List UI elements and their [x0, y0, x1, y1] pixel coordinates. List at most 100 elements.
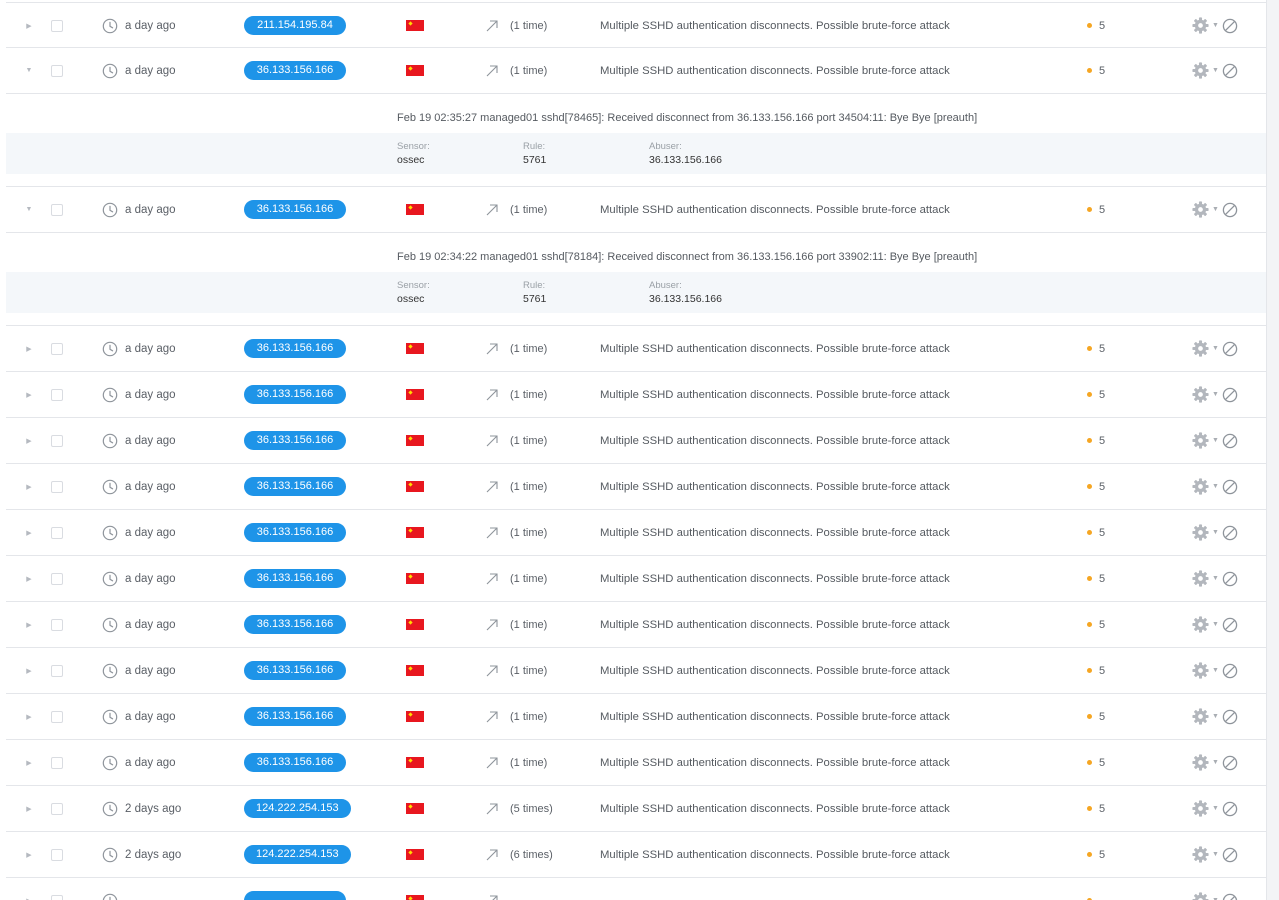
- ip-badge[interactable]: [244, 891, 346, 900]
- ip-cell[interactable]: 36.133.156.166: [244, 556, 354, 601]
- expand-toggle[interactable]: ▶: [22, 372, 36, 417]
- ip-cell[interactable]: 36.133.156.166: [244, 418, 354, 463]
- gear-icon[interactable]: [1191, 707, 1210, 726]
- ban-icon[interactable]: [1222, 571, 1238, 587]
- chevron-down-icon[interactable]: ▼: [1212, 667, 1219, 674]
- caret-right-icon[interactable]: ▶: [26, 22, 31, 30]
- expand-toggle[interactable]: ▶: [22, 464, 36, 509]
- row-checkbox[interactable]: [51, 464, 65, 509]
- caret-right-icon[interactable]: ▶: [26, 529, 31, 537]
- ban-icon[interactable]: [1222, 63, 1238, 79]
- row-checkbox[interactable]: [51, 648, 65, 693]
- ip-badge[interactable]: 36.133.156.166: [244, 661, 346, 680]
- table-row[interactable]: ▶ a day ago 36.133.156.166 (1 time) Mult…: [6, 694, 1266, 740]
- ban-icon[interactable]: [1222, 893, 1238, 900]
- ip-cell[interactable]: 36.133.156.166: [244, 187, 354, 232]
- table-row[interactable]: ▶: [6, 878, 1266, 900]
- chevron-down-icon[interactable]: ▼: [1212, 575, 1219, 582]
- chevron-down-icon[interactable]: ▼: [1212, 345, 1219, 352]
- ip-cell[interactable]: 36.133.156.166: [244, 48, 354, 93]
- gear-icon[interactable]: [1191, 569, 1210, 588]
- expand-toggle[interactable]: ▶: [22, 326, 36, 371]
- chevron-down-icon[interactable]: ▼: [1212, 67, 1219, 74]
- table-row[interactable]: ▼ a day ago 36.133.156.166 (1 time) Mult…: [6, 187, 1266, 233]
- table-row[interactable]: ▶ a day ago 36.133.156.166 (1 time) Mult…: [6, 510, 1266, 556]
- table-row[interactable]: ▶ a day ago 36.133.156.166 (1 time) Mult…: [6, 326, 1266, 372]
- ban-icon[interactable]: [1222, 18, 1238, 34]
- table-row[interactable]: ▶ a day ago 36.133.156.166 (1 time) Mult…: [6, 418, 1266, 464]
- caret-right-icon[interactable]: ▶: [26, 667, 31, 675]
- ip-badge[interactable]: 36.133.156.166: [244, 385, 346, 404]
- caret-right-icon[interactable]: ▶: [26, 345, 31, 353]
- row-checkbox[interactable]: [51, 556, 65, 601]
- ip-cell[interactable]: 36.133.156.166: [244, 648, 354, 693]
- ip-badge[interactable]: 36.133.156.166: [244, 523, 346, 542]
- ban-icon[interactable]: [1222, 663, 1238, 679]
- gear-icon[interactable]: [1191, 523, 1210, 542]
- gear-icon[interactable]: [1191, 845, 1210, 864]
- ban-icon[interactable]: [1222, 387, 1238, 403]
- ip-badge[interactable]: 211.154.195.84: [244, 16, 346, 35]
- chevron-down-icon[interactable]: ▼: [1212, 759, 1219, 766]
- chevron-down-icon[interactable]: ▼: [1212, 483, 1219, 490]
- ip-badge[interactable]: 36.133.156.166: [244, 339, 346, 358]
- chevron-down-icon[interactable]: ▼: [1212, 22, 1219, 29]
- table-row[interactable]: ▶ 2 days ago 124.222.254.153 (5 times) M…: [6, 786, 1266, 832]
- gear-icon[interactable]: [1191, 61, 1210, 80]
- ip-badge[interactable]: 36.133.156.166: [244, 615, 346, 634]
- table-row[interactable]: ▶ a day ago 211.154.195.84 (1 time) Mult…: [6, 2, 1266, 48]
- caret-right-icon[interactable]: ▶: [26, 437, 31, 445]
- gear-icon[interactable]: [1191, 891, 1210, 900]
- ban-icon[interactable]: [1222, 847, 1238, 863]
- chevron-down-icon[interactable]: ▼: [1212, 713, 1219, 720]
- row-checkbox[interactable]: [51, 510, 65, 555]
- caret-down-icon[interactable]: ▼: [26, 206, 33, 213]
- row-checkbox[interactable]: [51, 372, 65, 417]
- ban-icon[interactable]: [1222, 617, 1238, 633]
- caret-right-icon[interactable]: ▶: [26, 851, 31, 859]
- expand-toggle[interactable]: ▶: [22, 3, 36, 48]
- expand-toggle[interactable]: ▶: [22, 694, 36, 739]
- caret-right-icon[interactable]: ▶: [26, 391, 31, 399]
- row-checkbox[interactable]: [51, 602, 65, 647]
- row-checkbox[interactable]: [51, 832, 65, 877]
- ip-cell[interactable]: 211.154.195.84: [244, 3, 354, 48]
- ban-icon[interactable]: [1222, 341, 1238, 357]
- ip-cell[interactable]: 124.222.254.153: [244, 786, 354, 831]
- ip-cell[interactable]: 36.133.156.166: [244, 372, 354, 417]
- expand-toggle[interactable]: ▼: [22, 187, 36, 232]
- table-row[interactable]: ▶ a day ago 36.133.156.166 (1 time) Mult…: [6, 464, 1266, 510]
- ip-cell[interactable]: 36.133.156.166: [244, 510, 354, 555]
- gear-icon[interactable]: [1191, 661, 1210, 680]
- row-checkbox[interactable]: [51, 48, 65, 93]
- ip-badge[interactable]: 36.133.156.166: [244, 569, 346, 588]
- gear-icon[interactable]: [1191, 799, 1210, 818]
- ban-icon[interactable]: [1222, 433, 1238, 449]
- caret-right-icon[interactable]: ▶: [26, 575, 31, 583]
- ip-cell[interactable]: 36.133.156.166: [244, 464, 354, 509]
- scrollbar-track[interactable]: [1266, 0, 1279, 900]
- table-row[interactable]: ▶ a day ago 36.133.156.166 (1 time) Mult…: [6, 740, 1266, 786]
- expand-toggle[interactable]: ▶: [22, 556, 36, 601]
- ip-cell[interactable]: 36.133.156.166: [244, 740, 354, 785]
- ban-icon[interactable]: [1222, 755, 1238, 771]
- caret-right-icon[interactable]: ▶: [26, 713, 31, 721]
- ip-badge[interactable]: 124.222.254.153: [244, 845, 351, 864]
- caret-right-icon[interactable]: ▶: [26, 897, 31, 900]
- caret-right-icon[interactable]: ▶: [26, 759, 31, 767]
- chevron-down-icon[interactable]: ▼: [1212, 437, 1219, 444]
- caret-right-icon[interactable]: ▶: [26, 483, 31, 491]
- ip-badge[interactable]: 36.133.156.166: [244, 61, 346, 80]
- row-checkbox[interactable]: [51, 878, 65, 900]
- row-checkbox[interactable]: [51, 326, 65, 371]
- ban-icon[interactable]: [1222, 479, 1238, 495]
- ban-icon[interactable]: [1222, 525, 1238, 541]
- ip-cell[interactable]: 36.133.156.166: [244, 602, 354, 647]
- gear-icon[interactable]: [1191, 339, 1210, 358]
- ip-cell[interactable]: 36.133.156.166: [244, 326, 354, 371]
- ip-badge[interactable]: 36.133.156.166: [244, 753, 346, 772]
- ip-badge[interactable]: 36.133.156.166: [244, 477, 346, 496]
- gear-icon[interactable]: [1191, 753, 1210, 772]
- table-row[interactable]: ▼ a day ago 36.133.156.166 (1 time) Mult…: [6, 48, 1266, 94]
- ip-cell[interactable]: 124.222.254.153: [244, 832, 354, 877]
